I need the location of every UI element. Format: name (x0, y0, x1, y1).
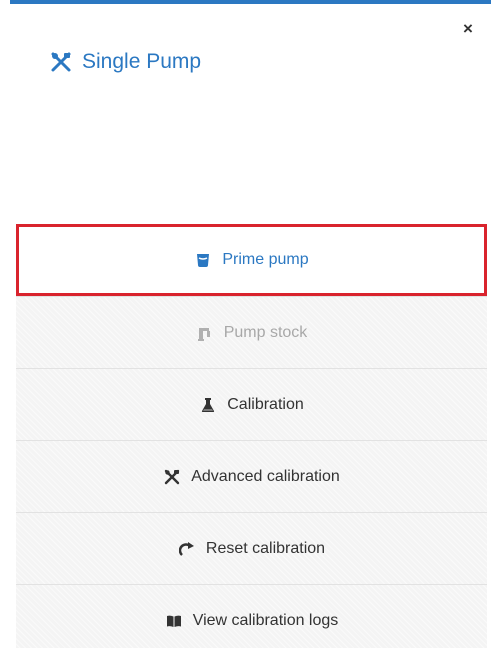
dialog-title: Single Pump (82, 50, 202, 73)
close-icon[interactable]: × (463, 19, 473, 39)
dialog-top-accent-bar (10, 0, 491, 4)
tools-icon (163, 468, 181, 486)
pump-action-menu: Prime pump Pump stock Calibration Advanc… (16, 224, 487, 648)
flask-icon (199, 396, 217, 414)
pump-icon (196, 324, 214, 342)
dialog-header: Single Pump (50, 50, 201, 74)
prime-pump-label: Prime pump (222, 251, 309, 268)
pump-stock-label: Pump stock (223, 323, 308, 341)
calibration-button[interactable]: Calibration (16, 368, 487, 440)
prime-pump-button[interactable]: Prime pump (16, 224, 487, 296)
close-button[interactable]: × (459, 19, 477, 39)
view-calibration-logs-label: View calibration logs (192, 611, 339, 629)
single-pump-dialog: × Single Pump Prime pump Pump stock Cali… (0, 0, 491, 648)
reset-calibration-button[interactable]: Reset calibration (16, 512, 487, 584)
redo-icon (178, 540, 196, 558)
calibration-label: Calibration (227, 395, 304, 413)
reset-calibration-label: Reset calibration (205, 539, 326, 557)
tools-icon (50, 51, 72, 73)
advanced-calibration-button[interactable]: Advanced calibration (16, 440, 487, 512)
pump-stock-button[interactable]: Pump stock (16, 296, 487, 368)
book-icon (165, 612, 183, 630)
view-calibration-logs-button[interactable]: View calibration logs (16, 584, 487, 648)
advanced-calibration-label: Advanced calibration (191, 467, 340, 485)
beaker-icon (194, 251, 212, 269)
